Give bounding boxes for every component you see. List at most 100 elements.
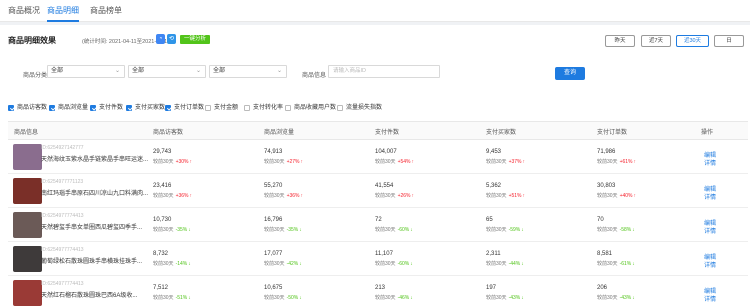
chevron-down-icon: ⌄ (195, 68, 201, 74)
checkbox-checked-icon (165, 105, 171, 111)
compare-label: 较前30天 (153, 159, 174, 165)
compare-label: 较前30天 (486, 159, 507, 165)
arrow-down-icon: ↓ (188, 227, 191, 233)
compare-percent: -51% (175, 295, 188, 301)
compare-label: 较前30天 (597, 193, 618, 199)
tab-ranking[interactable]: 商品榜单 (90, 5, 122, 22)
arrow-up-icon: ↑ (633, 159, 637, 165)
metric-compare: 较前30天 -50%↓ (264, 294, 302, 301)
product-table: 商品信息 商品访客数 商品浏览量 支付件数 支付买家数 支付订单数 操作 ID:… (8, 121, 748, 306)
product-thumbnail[interactable] (13, 212, 42, 238)
compare-percent: +40% (619, 193, 633, 199)
metric-checkbox[interactable]: 商品收藏用户数 (285, 104, 336, 113)
compare-label: 较前30天 (597, 295, 618, 301)
query-button[interactable]: 查询 (555, 67, 585, 80)
compare-label: 较前30天 (375, 261, 396, 267)
col-header-visitors: 商品访客数 (153, 130, 184, 136)
arrow-down-icon: ↓ (521, 261, 524, 267)
metric-compare: 较前30天 +37%↑ (486, 158, 525, 165)
product-id: ID:6254977774413 (41, 281, 84, 287)
metric-checkbox[interactable]: 商品浏览量 (49, 104, 88, 113)
date-day-button[interactable]: 日 (714, 35, 744, 47)
compare-percent: -35% (286, 227, 299, 233)
metric-label: 商品访客数 (17, 105, 48, 111)
metric-value: 29,743 (153, 149, 172, 155)
metric-compare: 较前30天 +27%↑ (264, 158, 303, 165)
product-thumbnail[interactable] (13, 246, 42, 272)
detail-link[interactable]: 详情 (704, 260, 716, 269)
product-thumbnail[interactable] (13, 144, 42, 170)
metric-compare: 较前30天 +30%↑ (153, 158, 192, 165)
arrow-down-icon: ↓ (410, 295, 413, 301)
arrow-down-icon: ↓ (632, 261, 635, 267)
category-select-3[interactable]: 全部 ⌄ (209, 65, 287, 78)
arrow-up-icon: ↑ (633, 193, 637, 199)
compare-percent: +61% (619, 159, 633, 165)
col-header-buyers: 支付买家数 (486, 130, 517, 136)
compare-percent: -50% (286, 295, 299, 301)
compare-percent: +37% (508, 159, 522, 165)
metric-value: 71,986 (597, 149, 616, 155)
metric-checkbox[interactable]: 支付订单数 (165, 104, 204, 113)
metric-value: 55,270 (264, 183, 283, 189)
metric-value: 70 (597, 217, 604, 223)
metric-compare: 较前30天 +40%↑ (597, 192, 636, 199)
tab-detail[interactable]: 商品明细 (47, 5, 79, 22)
arrow-up-icon: ↑ (522, 159, 526, 165)
metric-checkbox[interactable]: 流量损失指数 (337, 104, 382, 113)
checkbox-checked-icon (49, 105, 55, 111)
date-yesterday-button[interactable]: 昨天 (605, 35, 635, 47)
metric-label: 支付件数 (99, 105, 124, 111)
product-thumbnail[interactable] (13, 280, 42, 306)
metric-checkbox[interactable]: 支付转化率 (244, 104, 283, 113)
compare-percent: +36% (175, 193, 189, 199)
product-thumbnail[interactable] (13, 178, 42, 204)
detail-link[interactable]: 详情 (704, 192, 716, 201)
category-select-1[interactable]: 全部 ⌄ (47, 65, 125, 78)
compare-percent: +30% (175, 159, 189, 165)
metric-checkbox[interactable]: 支付件数 (90, 104, 123, 113)
date-30days-button[interactable]: 近30天 (676, 35, 709, 47)
compare-label: 较前30天 (264, 193, 285, 199)
metric-compare: 较前30天 +51%↑ (486, 192, 525, 199)
metric-value: 104,007 (375, 149, 397, 155)
compare-label: 较前30天 (375, 295, 396, 301)
tab-overview[interactable]: 商品概况 (8, 5, 40, 22)
metric-checkbox[interactable]: 支付买家数 (126, 104, 165, 113)
metric-value: 5,362 (486, 183, 502, 189)
metric-value: 23,416 (153, 183, 172, 189)
metric-label: 商品浏览量 (58, 105, 89, 111)
date-7days-button[interactable]: 近7天 (641, 35, 671, 47)
detail-link[interactable]: 详情 (704, 294, 716, 303)
compare-label: 较前30天 (153, 193, 174, 199)
product-search-input[interactable]: 请输入商品ID (328, 65, 440, 78)
select-value: 全部 (213, 68, 226, 74)
analyze-button[interactable]: 一键分析 (180, 35, 210, 44)
metric-label: 支付转化率 (253, 105, 284, 111)
product-name[interactable]: 天然碧玺手串女单圈西瓜碧玺四季手... (41, 222, 159, 231)
compare-percent: -60% (397, 227, 410, 233)
compare-percent: +27% (286, 159, 300, 165)
compare-percent: -42% (286, 261, 299, 267)
arrow-down-icon: ↓ (188, 261, 191, 267)
chart-icon[interactable]: ◔ (156, 34, 165, 44)
compare-percent: +26% (397, 193, 411, 199)
category-select-2[interactable]: 全部 ⌄ (128, 65, 206, 78)
metric-compare: 较前30天 +36%↑ (264, 192, 303, 199)
table-header: 商品信息 商品访客数 商品浏览量 支付件数 支付买家数 支付订单数 操作 (8, 122, 748, 140)
detail-link[interactable]: 详情 (704, 226, 716, 235)
metric-checkbox[interactable]: 支付金额 (205, 104, 238, 113)
product-name[interactable]: 天然海纹玉紫水晶手链紫晶手串旺运迷... (41, 154, 159, 163)
metric-value: 41,554 (375, 183, 394, 189)
arrow-up-icon: ↑ (300, 193, 304, 199)
detail-link[interactable]: 详情 (704, 158, 716, 167)
compare-percent: -60% (397, 261, 410, 267)
product-name[interactable]: 南红玛瑙手串原石四川凉山九口料满肉... (41, 188, 159, 197)
compare-label: 较前30天 (375, 159, 396, 165)
metric-value: 72 (375, 217, 382, 223)
metric-checkbox[interactable]: 商品访客数 (8, 104, 47, 113)
share-icon[interactable]: ⟲ (167, 34, 176, 44)
product-name[interactable]: 葡萄绿松石散珠圆珠手串横珠挂珠手... (41, 256, 159, 265)
product-name[interactable]: 天然红石榴石散珠圆珠巴西6A级收... (41, 290, 159, 299)
arrow-down-icon: ↓ (632, 295, 635, 301)
